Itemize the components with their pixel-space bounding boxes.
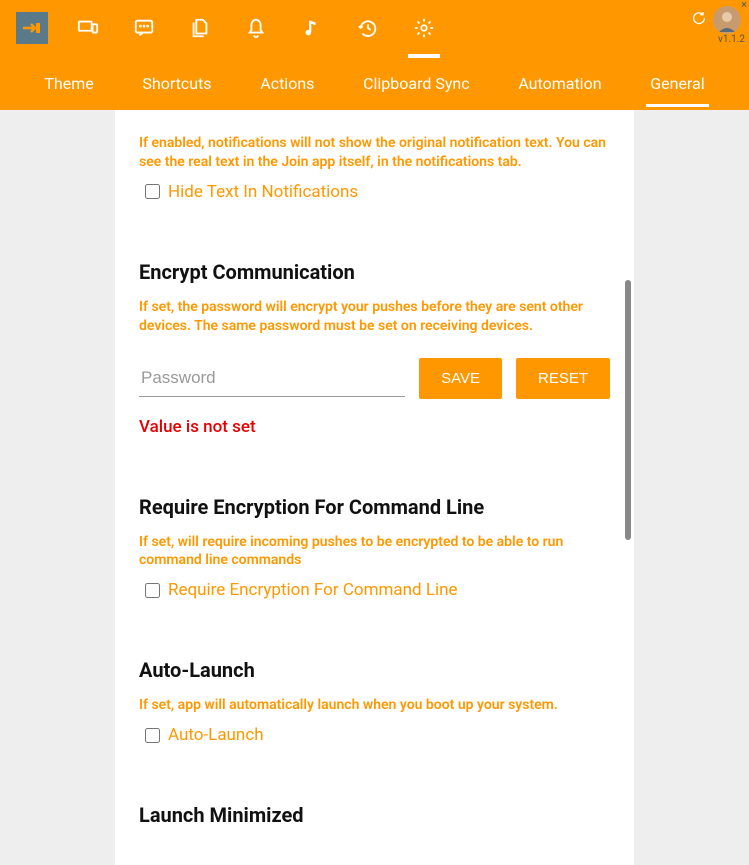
password-input[interactable] (139, 360, 405, 397)
require-enc-label[interactable]: Require Encryption For Command Line (168, 580, 458, 600)
hide-text-desc: If enabled, notifications will not show … (139, 134, 610, 172)
reset-button[interactable]: RESET (516, 358, 610, 399)
settings-icon[interactable] (400, 4, 448, 52)
autolaunch-label[interactable]: Auto-Launch (168, 725, 264, 745)
devices-icon[interactable] (64, 4, 112, 52)
require-enc-checkbox[interactable] (145, 583, 160, 598)
require-enc-desc: If set, will require incoming pushes to … (139, 533, 610, 571)
settings-panel: If enabled, notifications will not show … (115, 110, 634, 865)
tab-clipboard[interactable]: Clipboard Sync (359, 60, 474, 107)
tab-theme[interactable]: Theme (40, 60, 97, 107)
tab-automation[interactable]: Automation (514, 60, 605, 107)
hide-text-label[interactable]: Hide Text In Notifications (168, 182, 358, 202)
encrypt-error: Value is not set (139, 417, 610, 437)
encrypt-title: Encrypt Communication (139, 260, 610, 284)
refresh-icon[interactable] (691, 10, 707, 30)
history-icon[interactable] (344, 4, 392, 52)
hide-text-checkbox[interactable] (145, 184, 160, 199)
save-button[interactable]: SAVE (419, 358, 502, 399)
autolaunch-desc: If set, app will automatically launch wh… (139, 696, 610, 715)
notifications-icon[interactable] (232, 4, 280, 52)
close-icon[interactable]: × (741, 0, 747, 11)
launch-min-title: Launch Minimized (139, 803, 610, 827)
tab-general[interactable]: General (646, 60, 708, 107)
sms-icon[interactable] (120, 4, 168, 52)
autolaunch-checkbox[interactable] (145, 728, 160, 743)
avatar[interactable] (713, 6, 741, 34)
encrypt-desc: If set, the password will encrypt your p… (139, 298, 610, 336)
tab-shortcuts[interactable]: Shortcuts (138, 60, 215, 107)
version-label: v1.1.2 (718, 34, 745, 45)
app-logo (16, 12, 48, 44)
require-enc-title: Require Encryption For Command Line (139, 495, 610, 519)
scrollbar-thumb[interactable] (625, 280, 631, 540)
tab-actions[interactable]: Actions (256, 60, 318, 107)
files-icon[interactable] (176, 4, 224, 52)
autolaunch-title: Auto-Launch (139, 658, 610, 682)
media-icon[interactable] (288, 4, 336, 52)
